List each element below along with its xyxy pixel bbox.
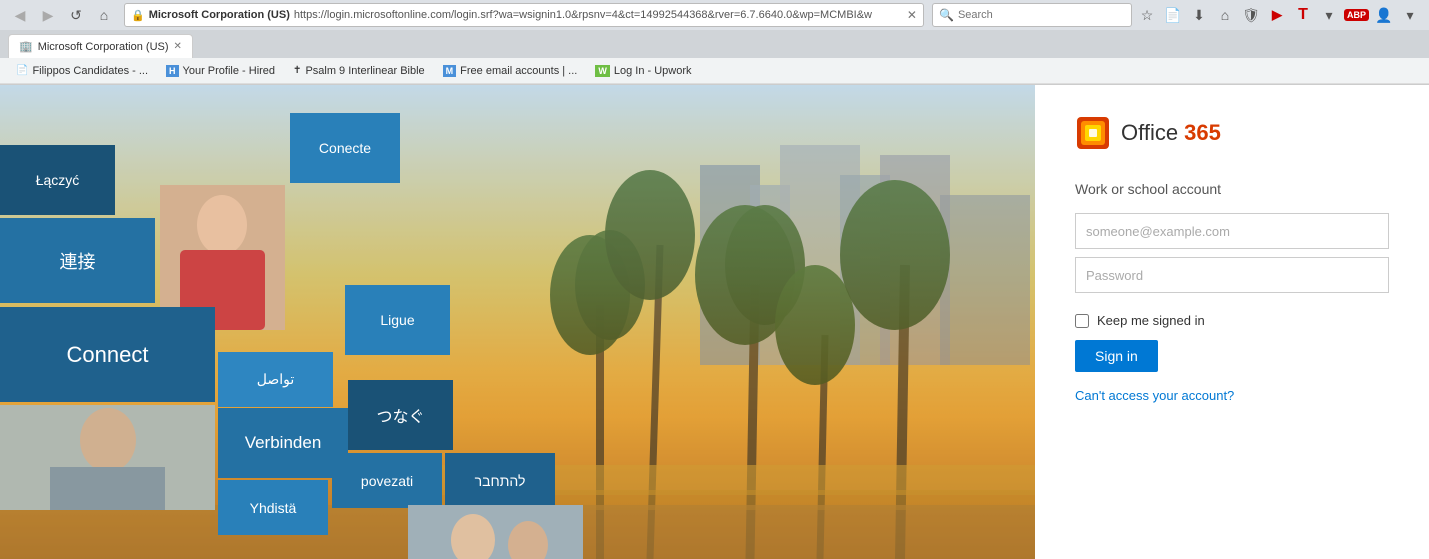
office365-logo-text: Office 365 <box>1121 120 1221 146</box>
page-content: Łączyć Conecte 連接 Ligue <box>0 85 1429 559</box>
keep-signed-container: Keep me signed in <box>1075 313 1389 328</box>
forward-button[interactable]: ▶ <box>36 3 60 27</box>
login-panel: Office 365 Work or school account Keep m… <box>1035 85 1429 559</box>
bookmark-hired[interactable]: H Your Profile - Hired <box>158 63 283 79</box>
tab-favicon: 🏢 <box>19 40 33 53</box>
bookmark-filippos[interactable]: 📄 Filippos Candidates - ... <box>8 63 156 79</box>
bookmark-mozy[interactable]: M Free email accounts | ... <box>435 63 586 79</box>
search-bar[interactable]: 🔍 <box>932 3 1132 27</box>
tile-connect: Connect <box>0 307 215 402</box>
bookmark-upwork[interactable]: W Log In - Upwork <box>587 63 699 79</box>
active-tab[interactable]: 🏢 Microsoft Corporation (US) ✕ <box>8 34 193 58</box>
url-text: https://login.microsoftonline.com/login.… <box>294 9 903 21</box>
tile-renluo: 連接 <box>0 218 155 303</box>
tile-lehitchaber: להתחבר <box>445 453 555 508</box>
cant-access-link[interactable]: Can't access your account? <box>1075 388 1389 403</box>
menu-icon[interactable]: ▾ <box>1318 4 1340 26</box>
office365-logo-icon <box>1075 115 1111 151</box>
shield-icon[interactable]: 🛡 <box>1240 4 1262 26</box>
tile-yhdista: Yhdistä <box>218 480 328 535</box>
bookmark-psalm-label: Psalm 9 Interlinear Bible <box>305 65 424 77</box>
youtube-icon[interactable]: ▶ <box>1266 4 1288 26</box>
browser-chrome: ◀ ▶ ↺ ⌂ 🔒 Microsoft Corporation (US) htt… <box>0 0 1429 85</box>
bookmark-hired-icon: H <box>166 65 179 77</box>
bookmark-filippos-icon: 📄 <box>16 65 28 76</box>
tile-tsunagu: つなぐ <box>348 380 453 450</box>
tile-photo-bottom <box>408 505 583 559</box>
home-button[interactable]: ⌂ <box>92 3 116 27</box>
tile-laczyc: Łączyć <box>0 145 115 215</box>
star-icon[interactable]: ☆ <box>1136 4 1158 26</box>
bookmarks-bar: 📄 Filippos Candidates - ... H Your Profi… <box>0 58 1429 84</box>
account-label: Work or school account <box>1075 181 1389 197</box>
address-bar[interactable]: 🔒 Microsoft Corporation (US) https://log… <box>124 3 924 27</box>
overflow-icon[interactable]: ▾ <box>1399 4 1421 26</box>
download-icon[interactable]: ⬇ <box>1188 4 1210 26</box>
profile-icon[interactable]: 👤 <box>1373 4 1395 26</box>
reader-icon[interactable]: 📄 <box>1162 4 1184 26</box>
search-icon: 🔍 <box>939 8 954 22</box>
email-input[interactable] <box>1075 213 1389 249</box>
tab-bar: 🏢 Microsoft Corporation (US) ✕ <box>0 30 1429 58</box>
tile-photo-middle <box>0 405 215 510</box>
sign-in-button[interactable]: Sign in <box>1075 340 1158 372</box>
tab-close-icon[interactable]: ✕ <box>174 41 182 52</box>
site-name: Microsoft Corporation (US) <box>149 9 290 21</box>
back-button[interactable]: ◀ <box>8 3 32 27</box>
bookmark-psalm[interactable]: ✝ Psalm 9 Interlinear Bible <box>285 63 433 79</box>
refresh-button[interactable]: ↺ <box>64 3 88 27</box>
bookmark-filippos-label: Filippos Candidates - ... <box>32 65 148 77</box>
password-input[interactable] <box>1075 257 1389 293</box>
bookmark-mozy-label: Free email accounts | ... <box>460 65 577 77</box>
keep-signed-label: Keep me signed in <box>1097 313 1205 328</box>
bookmark-mozy-icon: M <box>443 65 457 77</box>
office-logo: Office 365 <box>1075 115 1389 151</box>
bookmark-upwork-icon: W <box>595 65 610 77</box>
tile-verbinden: Verbinden <box>218 408 348 478</box>
tile-ligue: Ligue <box>345 285 450 355</box>
tiles-overlay: Łączyć Conecte 連接 Ligue <box>0 85 470 559</box>
abp-badge[interactable]: ABP <box>1344 9 1369 21</box>
lock-icon: 🔒 <box>131 9 145 22</box>
titlebar: ◀ ▶ ↺ ⌂ 🔒 Microsoft Corporation (US) htt… <box>0 0 1429 30</box>
bookmark-hired-label: Your Profile - Hired <box>183 65 276 77</box>
hero-panel: Łączyć Conecte 連接 Ligue <box>0 85 1035 559</box>
toolbar-right: 🔍 ☆ 📄 ⬇ ⌂ 🛡 ▶ T ▾ ABP 👤 ▾ <box>932 3 1421 27</box>
tab-title: Microsoft Corporation (US) <box>38 41 169 53</box>
nav-buttons: ◀ ▶ ↺ ⌂ <box>8 3 116 27</box>
keep-signed-checkbox[interactable] <box>1075 314 1089 328</box>
tile-tawassal: تواصل <box>218 352 333 407</box>
tile-povezati: povezati <box>332 453 442 508</box>
t-icon[interactable]: T <box>1292 4 1314 26</box>
home-toolbar-icon[interactable]: ⌂ <box>1214 4 1236 26</box>
search-input[interactable] <box>958 9 1125 21</box>
url-close-icon[interactable]: ✕ <box>907 8 917 22</box>
bookmark-psalm-icon: ✝ <box>293 65 301 76</box>
tile-conecte: Conecte <box>290 113 400 183</box>
bookmark-upwork-label: Log In - Upwork <box>614 65 692 77</box>
